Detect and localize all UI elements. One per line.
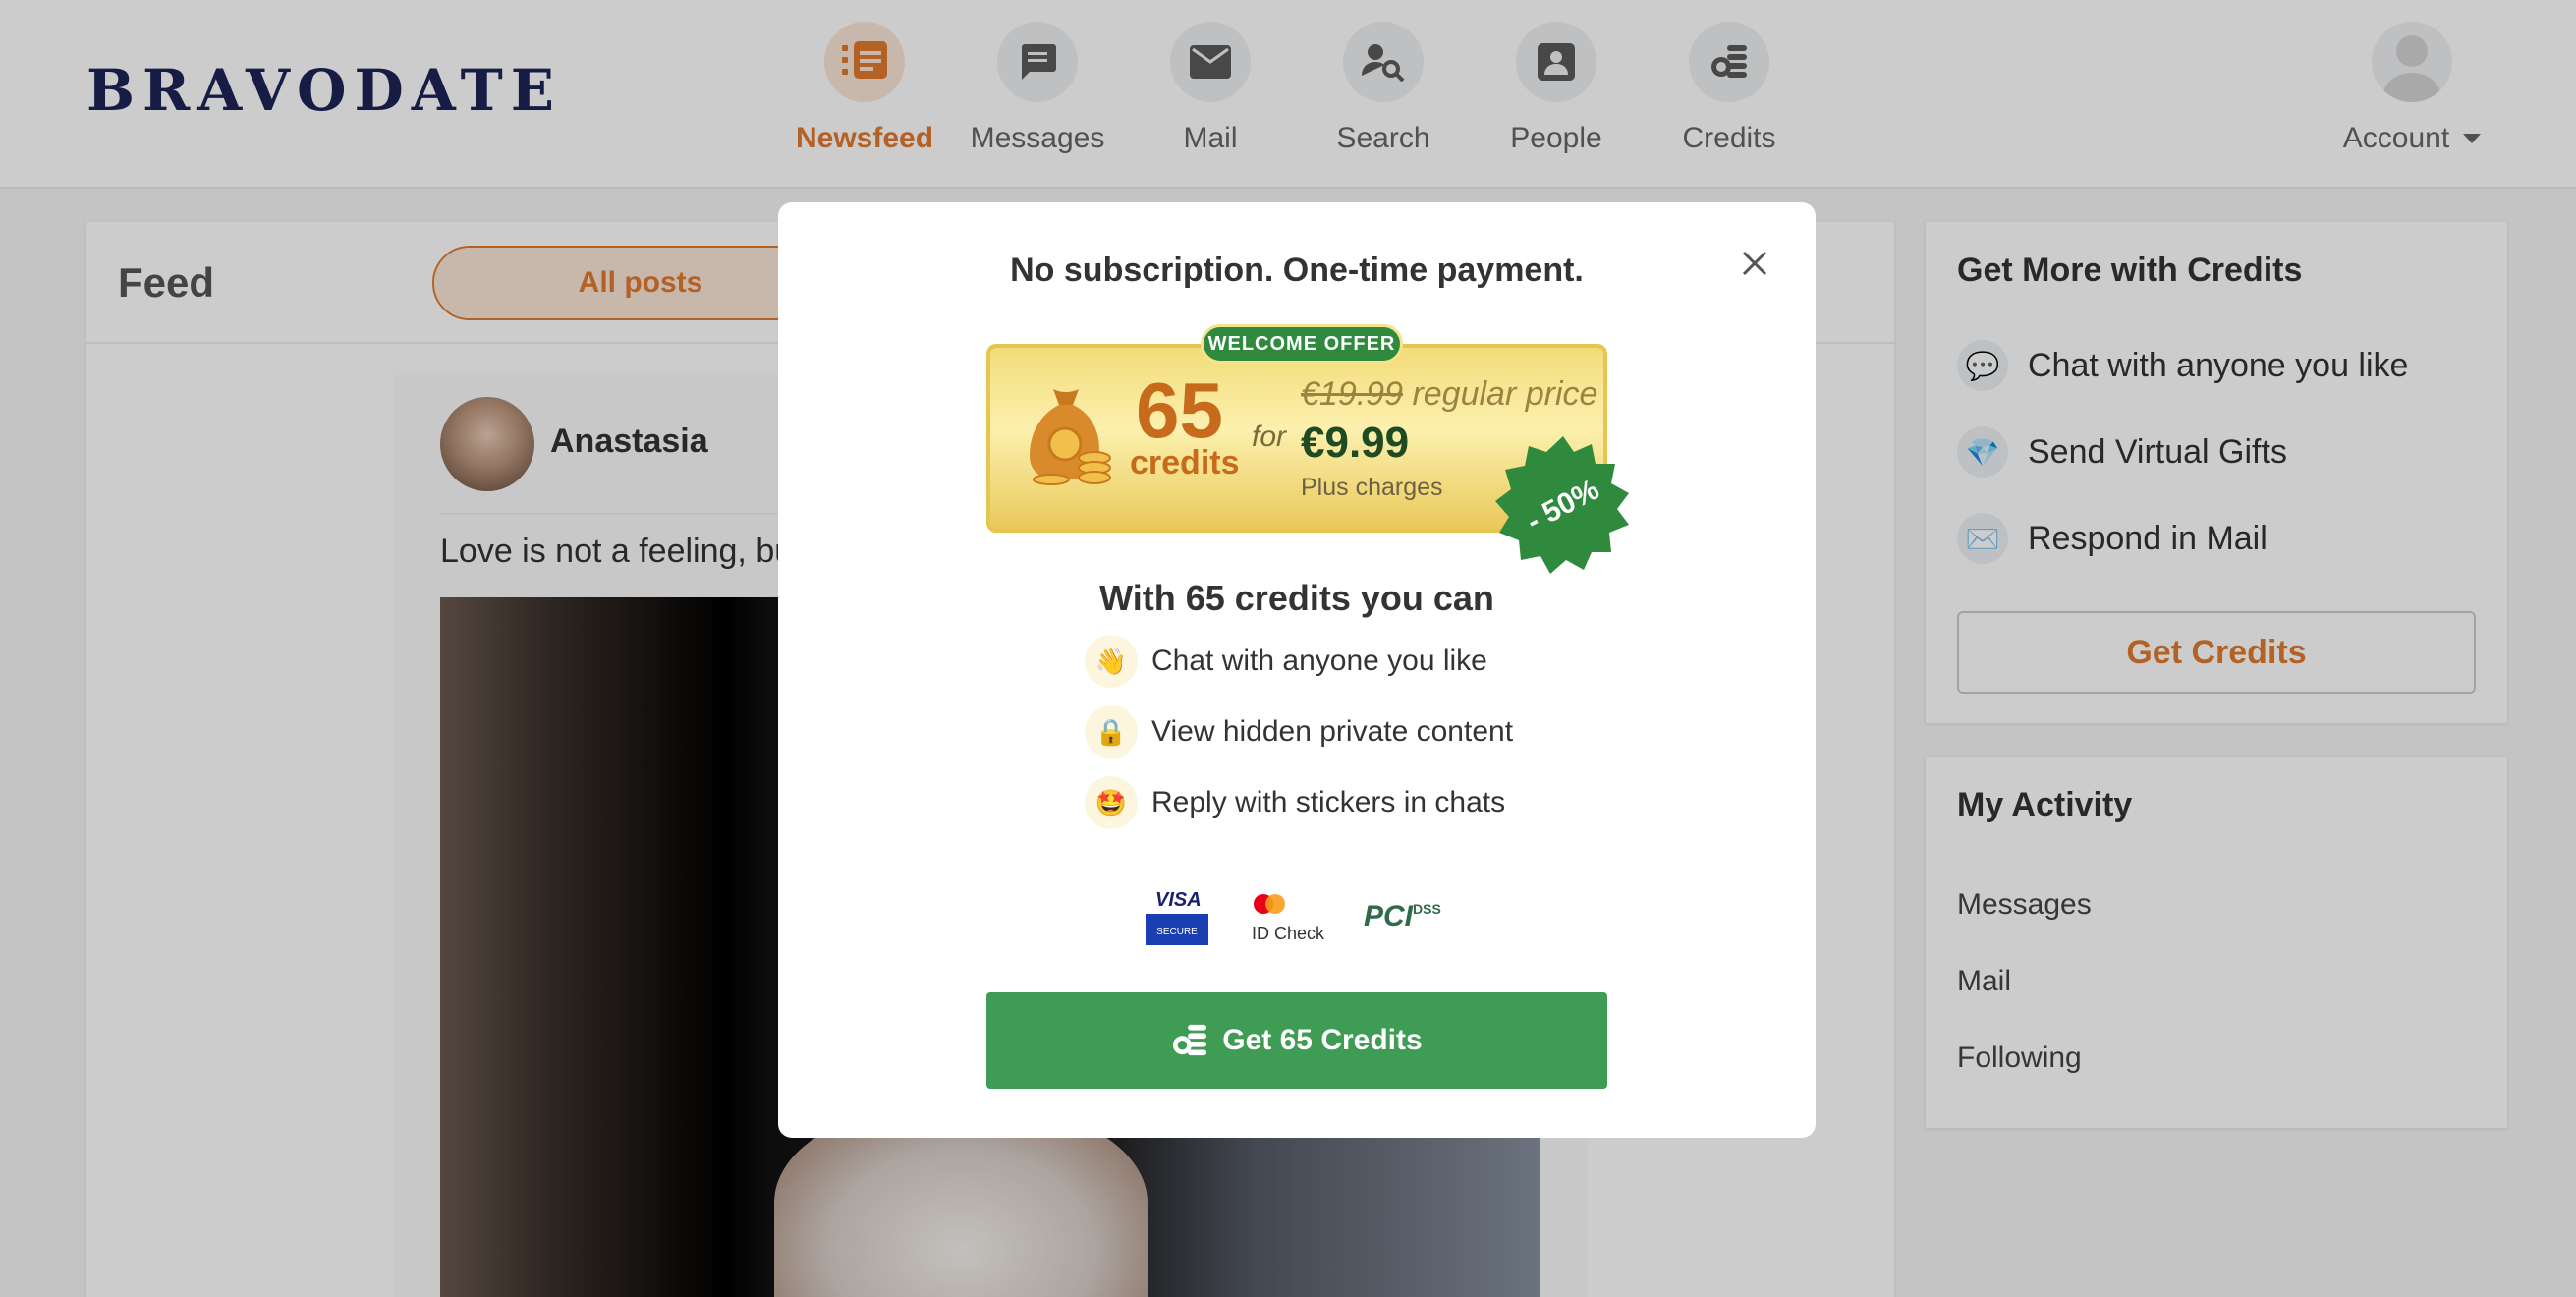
offer-for-label: for <box>1252 421 1287 453</box>
benefit-label: Reply with stickers in chats <box>1151 786 1506 818</box>
credits-coins-icon <box>1173 1024 1207 1056</box>
regular-price-label: regular price <box>1403 375 1598 413</box>
svg-text:SECURE: SECURE <box>1156 927 1198 937</box>
mastercard-id-check-logo: ID Check <box>1252 894 1325 943</box>
old-price: €19.99 <box>1301 375 1403 413</box>
waving-hand-icon: 👋 <box>1085 635 1138 688</box>
benefit-item: 👋 Chat with anyone you like <box>1085 635 1487 688</box>
svg-text:ID Check: ID Check <box>1252 924 1325 943</box>
star-struck-face-icon: 🤩 <box>1085 776 1138 829</box>
offer-price: €9.99 <box>1301 419 1410 467</box>
benefit-label: Chat with anyone you like <box>1151 645 1487 677</box>
offer-credit-amount: 65 <box>1136 367 1223 454</box>
money-bag-icon <box>1024 383 1118 490</box>
payment-logos: VISA SECURE ID Check PCI DSS <box>1146 889 1441 945</box>
svg-text:DSS: DSS <box>1413 901 1441 917</box>
get-65-credits-button[interactable]: Get 65 Credits <box>986 992 1607 1089</box>
credits-offer-modal: No subscription. One-time payment. WELCO… <box>778 202 1816 1138</box>
regular-price: €19.99 regular price <box>1301 375 1597 414</box>
benefit-item: 🔒 View hidden private content <box>1085 705 1513 759</box>
benefits-title: With 65 credits you can <box>1099 578 1494 618</box>
charges-note: Plus charges <box>1301 474 1443 501</box>
cta-label: Get 65 Credits <box>1222 1024 1423 1056</box>
welcome-offer-badge: WELCOME OFFER <box>1201 324 1403 364</box>
benefit-label: View hidden private content <box>1151 715 1514 748</box>
offer-banner: WELCOME OFFER 65 credits for €19.99 regu… <box>986 324 1629 574</box>
offer-credit-unit: credits <box>1130 444 1240 481</box>
benefit-item: 🤩 Reply with stickers in chats <box>1085 776 1505 829</box>
modal-title: No subscription. One-time payment. <box>1010 252 1584 289</box>
padlock-icon: 🔒 <box>1085 705 1138 759</box>
visa-secure-logo: VISA SECURE <box>1146 889 1208 945</box>
svg-text:VISA: VISA <box>1155 889 1202 911</box>
svg-text:PCI: PCI <box>1364 900 1414 932</box>
pci-dss-logo: PCI DSS <box>1364 900 1441 932</box>
discount-seal: - 50% <box>1495 436 1629 574</box>
